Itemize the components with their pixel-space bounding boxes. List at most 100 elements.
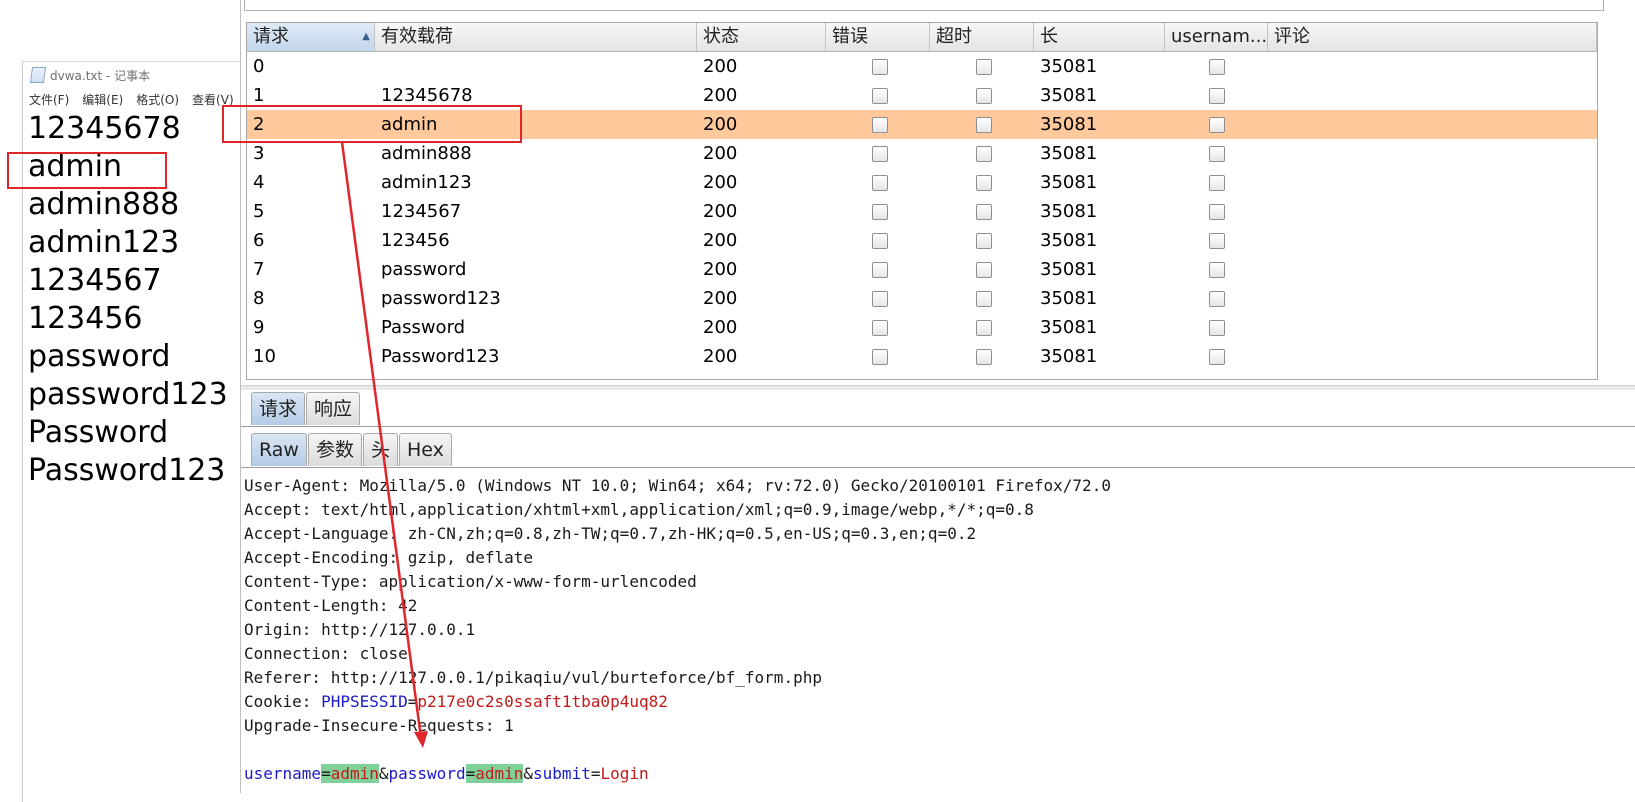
tab-hex[interactable]: Hex bbox=[399, 433, 452, 466]
checkbox[interactable] bbox=[1209, 59, 1225, 75]
checkbox[interactable] bbox=[1209, 204, 1225, 220]
table-row[interactable]: 10 Password123 200 35081 bbox=[247, 342, 1597, 371]
table-row[interactable]: 1 12345678 200 35081 bbox=[247, 81, 1597, 110]
checkbox[interactable] bbox=[872, 146, 888, 162]
request-response-tabs: 请求 响应 bbox=[251, 392, 361, 426]
checkbox[interactable] bbox=[976, 175, 992, 191]
cell-error bbox=[826, 342, 930, 371]
menu-format[interactable]: 格式(O) bbox=[136, 91, 179, 108]
table-row[interactable]: 4 admin123 200 35081 bbox=[247, 168, 1597, 197]
checkbox[interactable] bbox=[872, 291, 888, 307]
tab-baseline bbox=[241, 426, 1635, 427]
checkbox[interactable] bbox=[976, 349, 992, 365]
col-header-comment[interactable]: 评论 bbox=[1268, 23, 1597, 51]
checkbox[interactable] bbox=[976, 146, 992, 162]
checkbox[interactable] bbox=[872, 88, 888, 104]
cell-length: 35081 bbox=[1040, 114, 1098, 135]
cell-timeout bbox=[930, 139, 1034, 168]
cell-timeout bbox=[930, 342, 1034, 371]
tab-raw[interactable]: Raw bbox=[251, 433, 307, 466]
table-row[interactable]: 3 admin888 200 35081 bbox=[247, 139, 1597, 168]
table-row[interactable]: 2 admin 200 35081 bbox=[247, 110, 1597, 139]
checkbox[interactable] bbox=[1209, 233, 1225, 249]
col-header-payload[interactable]: 有效载荷 bbox=[375, 23, 697, 51]
cell-timeout bbox=[930, 255, 1034, 284]
checkbox[interactable] bbox=[872, 262, 888, 278]
cell-status: 200 bbox=[703, 85, 738, 106]
tab-params[interactable]: 参数 bbox=[307, 433, 362, 466]
raw-request-editor[interactable]: User-Agent: Mozilla/5.0 (Windows NT 10.0… bbox=[244, 474, 1634, 786]
split-pane-divider[interactable] bbox=[241, 385, 1635, 390]
tab-headers[interactable]: 头 bbox=[362, 433, 398, 466]
checkbox[interactable] bbox=[1209, 262, 1225, 278]
payload-marker-username: =admin bbox=[321, 764, 379, 783]
notepad-line: 123456 bbox=[28, 301, 143, 336]
cell-payload: password123 bbox=[381, 288, 501, 309]
col-header-request[interactable]: 请求 ▲ bbox=[247, 23, 375, 51]
cell-timeout bbox=[930, 52, 1034, 81]
checkbox[interactable] bbox=[872, 117, 888, 133]
col-header-error[interactable]: 错误 bbox=[826, 23, 930, 51]
menu-edit[interactable]: 编辑(E) bbox=[82, 91, 123, 108]
checkbox[interactable] bbox=[976, 59, 992, 75]
cell-length: 35081 bbox=[1040, 346, 1098, 367]
checkbox[interactable] bbox=[1209, 146, 1225, 162]
checkbox[interactable] bbox=[976, 204, 992, 220]
request-body: username=admin&password=admin&submit=Log… bbox=[244, 764, 649, 783]
cell-username-match bbox=[1165, 197, 1268, 226]
col-header-username[interactable]: usernam... bbox=[1165, 23, 1268, 51]
cell-payload: admin bbox=[381, 114, 438, 135]
table-row[interactable]: 6 123456 200 35081 bbox=[247, 226, 1597, 255]
col-header-timeout[interactable]: 超时 bbox=[930, 23, 1034, 51]
param-value: Login bbox=[600, 764, 649, 783]
col-header-length[interactable]: 长 bbox=[1034, 23, 1165, 51]
table-row[interactable]: 9 Password 200 35081 bbox=[247, 313, 1597, 342]
checkbox[interactable] bbox=[1209, 175, 1225, 191]
notepad-line: password123 bbox=[28, 377, 228, 412]
header-line: User-Agent: Mozilla/5.0 (Windows NT 10.0… bbox=[244, 476, 1111, 495]
param-key: username bbox=[244, 764, 322, 783]
checkbox[interactable] bbox=[976, 88, 992, 104]
checkbox[interactable] bbox=[872, 320, 888, 336]
cell-timeout bbox=[930, 313, 1034, 342]
checkbox[interactable] bbox=[976, 117, 992, 133]
cell-payload: 123456 bbox=[381, 230, 450, 251]
menu-view[interactable]: 查看(V) bbox=[192, 91, 234, 108]
checkbox[interactable] bbox=[1209, 320, 1225, 336]
checkbox[interactable] bbox=[872, 175, 888, 191]
checkbox[interactable] bbox=[976, 262, 992, 278]
table-row[interactable]: 5 1234567 200 35081 bbox=[247, 197, 1597, 226]
table-row[interactable]: 7 password 200 35081 bbox=[247, 255, 1597, 284]
tab-response[interactable]: 响应 bbox=[306, 392, 361, 425]
cell-length: 35081 bbox=[1040, 201, 1098, 222]
cell-request: 0 bbox=[253, 56, 265, 77]
checkbox[interactable] bbox=[1209, 291, 1225, 307]
table-row[interactable]: 0 200 35081 bbox=[247, 52, 1597, 81]
menu-file[interactable]: 文件(F) bbox=[29, 91, 69, 108]
checkbox[interactable] bbox=[976, 320, 992, 336]
header-line: Accept-Language: zh-CN,zh;q=0.8,zh-TW;q=… bbox=[244, 524, 977, 543]
tab-request[interactable]: 请求 bbox=[251, 392, 306, 425]
cell-length: 35081 bbox=[1040, 143, 1098, 164]
checkbox[interactable] bbox=[1209, 117, 1225, 133]
checkbox[interactable] bbox=[872, 349, 888, 365]
filter-bar[interactable] bbox=[244, 0, 1604, 11]
checkbox[interactable] bbox=[872, 204, 888, 220]
cell-username-match bbox=[1165, 255, 1268, 284]
checkbox[interactable] bbox=[872, 59, 888, 75]
cell-comment bbox=[1268, 226, 1597, 255]
checkbox[interactable] bbox=[1209, 349, 1225, 365]
cell-error bbox=[826, 52, 930, 81]
table-row[interactable]: 8 password123 200 35081 bbox=[247, 284, 1597, 313]
checkbox[interactable] bbox=[976, 233, 992, 249]
cookie-value: p217e0c2s0ssaft1tba0p4uq82 bbox=[417, 692, 668, 711]
cell-username-match bbox=[1165, 226, 1268, 255]
cookie-line: Cookie: PHPSESSID=p217e0c2s0ssaft1tba0p4… bbox=[244, 692, 668, 711]
cell-length: 35081 bbox=[1040, 230, 1098, 251]
checkbox[interactable] bbox=[1209, 88, 1225, 104]
col-header-status[interactable]: 状态 bbox=[697, 23, 826, 51]
cell-username-match bbox=[1165, 110, 1268, 139]
checkbox[interactable] bbox=[872, 233, 888, 249]
checkbox[interactable] bbox=[976, 291, 992, 307]
